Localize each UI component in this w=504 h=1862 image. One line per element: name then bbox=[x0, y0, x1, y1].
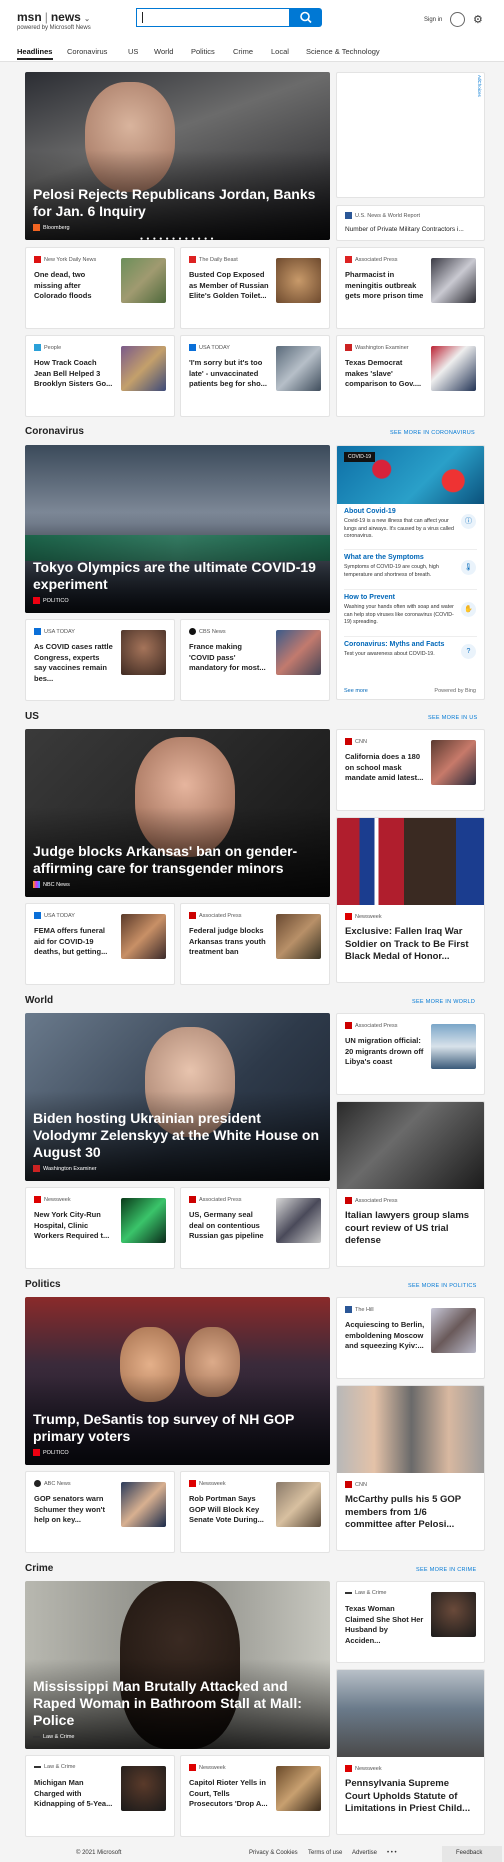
tab-science-technology[interactable]: Science & Technology bbox=[306, 47, 380, 56]
tab-local[interactable]: Local bbox=[271, 47, 289, 56]
story-card[interactable]: Associated Press Pharmacist in meningiti… bbox=[336, 247, 485, 329]
see-more-us[interactable]: SEE MORE IN US bbox=[428, 715, 477, 721]
tab-us[interactable]: US bbox=[128, 47, 138, 56]
avatar-icon[interactable] bbox=[450, 12, 465, 27]
covid-tag: COVID-19 bbox=[344, 452, 376, 462]
story-card[interactable]: Newsweek New York City-Run Hospital, Cli… bbox=[25, 1187, 175, 1269]
thermometer-icon: 🌡 bbox=[461, 560, 476, 575]
see-more-crime[interactable]: SEE MORE IN CRIME bbox=[416, 1567, 476, 1573]
story-card[interactable]: Newsweek Rob Portman Says GOP Will Block… bbox=[180, 1471, 330, 1553]
section-title-politics: Politics bbox=[25, 1279, 61, 1290]
hero-story[interactable]: Mississippi Man Brutally Attacked and Ra… bbox=[25, 1581, 330, 1749]
hero-story[interactable]: Biden hosting Ukrainian president Volody… bbox=[25, 1013, 330, 1181]
powered-by: powered by Microsoft News bbox=[17, 25, 91, 31]
feedback-label: Feedback bbox=[456, 1850, 483, 1856]
covid-prevent[interactable]: How to Prevent Washing your hands often … bbox=[344, 594, 457, 627]
section-title-coronavirus: Coronavirus bbox=[25, 426, 84, 437]
quiz-icon: ? bbox=[461, 644, 476, 659]
hand-wash-icon: ✋ bbox=[461, 602, 476, 617]
see-more-politics[interactable]: SEE MORE IN POLITICS bbox=[408, 1283, 477, 1289]
story-card-tall[interactable]: CNN McCarthy pulls his 5 GOP members fro… bbox=[336, 1385, 485, 1551]
covid-see-more[interactable]: See more bbox=[344, 688, 368, 694]
story-card-tall[interactable]: Associated Press Italian lawyers group s… bbox=[336, 1101, 485, 1267]
story-card[interactable]: USA TODAY As COVID cases rattle Congress… bbox=[25, 619, 175, 701]
covid-myths[interactable]: Coronavirus: Myths and Facts Test your a… bbox=[344, 641, 457, 659]
active-tab-indicator bbox=[17, 58, 53, 60]
covid-about[interactable]: About Covid-19 Covid-19 is a new illness… bbox=[344, 508, 457, 541]
feedback-button[interactable]: Feedback bbox=[442, 1846, 502, 1862]
story-card[interactable]: Associated Press Federal judge blocks Ar… bbox=[180, 903, 330, 985]
see-more-coronavirus[interactable]: SEE MORE IN CORONAVIRUS bbox=[390, 430, 475, 436]
story-card[interactable]: The Daily Beast Busted Cop Exposed as Me… bbox=[180, 247, 330, 329]
story-card[interactable]: USA TODAY 'I'm sorry but it's too late' … bbox=[180, 335, 330, 417]
hero-story[interactable]: Pelosi Rejects Republicans Jordan, Banks… bbox=[25, 72, 330, 240]
story-card[interactable]: USA TODAY FEMA offers funeral aid for CO… bbox=[25, 903, 175, 985]
story-card-tall[interactable]: Newsweek Pennsylvania Supreme Court Upho… bbox=[336, 1669, 485, 1835]
carousel-dots[interactable]: ● ● ● ● ● ● ● ● ● ● ● ● bbox=[140, 236, 215, 242]
story-card[interactable]: ABC News GOP senators warn Schumer they … bbox=[25, 1471, 175, 1553]
hero-story[interactable]: Trump, DeSantis top survey of NH GOP pri… bbox=[25, 1297, 330, 1465]
side-story[interactable]: U.S. News & World Report Number of Priva… bbox=[336, 205, 485, 241]
adchoices-label[interactable]: AdChoices bbox=[477, 75, 482, 97]
privacy-link[interactable]: Privacy & Cookies bbox=[249, 1850, 298, 1856]
tab-headlines[interactable]: Headlines bbox=[17, 47, 52, 56]
story-card[interactable]: Associated Press UN migration official: … bbox=[336, 1013, 485, 1095]
terms-link[interactable]: Terms of use bbox=[308, 1850, 342, 1856]
story-card[interactable]: Law & Crime Michigan Man Charged with Ki… bbox=[25, 1755, 175, 1837]
msn-logo[interactable]: msn | news ⌄ bbox=[17, 10, 90, 24]
header: msn | news ⌄ powered by Microsoft News Sig… bbox=[0, 0, 504, 62]
story-card[interactable]: New York Daily News One dead, two missin… bbox=[25, 247, 175, 329]
tab-crime[interactable]: Crime bbox=[233, 47, 253, 56]
section-title-us: US bbox=[25, 711, 39, 722]
tab-world[interactable]: World bbox=[154, 47, 173, 56]
search-button[interactable] bbox=[290, 8, 322, 27]
hero-story[interactable]: Tokyo Olympics are the ultimate COVID-19… bbox=[25, 445, 330, 613]
sign-in-link[interactable]: Sign in bbox=[424, 17, 442, 23]
story-card[interactable]: Washington Examiner Texas Democrat makes… bbox=[336, 335, 485, 417]
story-card[interactable]: Newsweek Capitol Rioter Yells in Court, … bbox=[180, 1755, 330, 1837]
covid-symptoms[interactable]: What are the Symptoms Symptoms of COVID-… bbox=[344, 554, 457, 579]
covid-widget: COVID-19 About Covid-19 Covid-19 is a ne… bbox=[336, 445, 485, 700]
see-more-world[interactable]: SEE MORE IN WORLD bbox=[412, 999, 475, 1005]
section-title-world: World bbox=[25, 995, 54, 1006]
story-card[interactable]: CBS News France making 'COVID pass' mand… bbox=[180, 619, 330, 701]
hero-story[interactable]: Judge blocks Arkansas' ban on gender-aff… bbox=[25, 729, 330, 897]
gear-icon[interactable]: ⚙ bbox=[473, 13, 483, 26]
footer: © 2021 Microsoft Privacy & Cookies Terms… bbox=[0, 1844, 504, 1862]
copyright: © 2021 Microsoft bbox=[76, 1850, 122, 1856]
advertise-link[interactable]: Advertise bbox=[352, 1850, 377, 1856]
tab-coronavirus[interactable]: Coronavirus bbox=[67, 47, 107, 56]
story-card[interactable]: Law & Crime Texas Woman Claimed She Shot… bbox=[336, 1581, 485, 1663]
story-card[interactable]: Associated Press US, Germany seal deal o… bbox=[180, 1187, 330, 1269]
story-card[interactable]: People How Track Coach Jean Bell Helped … bbox=[25, 335, 175, 417]
story-card[interactable]: CNN California does a 180 on school mask… bbox=[336, 729, 485, 811]
story-card[interactable]: The Hill Acquiescing to Berlin, embolden… bbox=[336, 1297, 485, 1379]
search-input[interactable] bbox=[136, 8, 290, 27]
more-menu[interactable]: • • • bbox=[387, 1850, 397, 1856]
hero-source: Bloomberg bbox=[33, 224, 70, 231]
info-icon: ⓘ bbox=[461, 514, 476, 529]
tab-politics[interactable]: Politics bbox=[191, 47, 215, 56]
hero-title[interactable]: Pelosi Rejects Republicans Jordan, Banks… bbox=[33, 186, 320, 220]
search-icon bbox=[300, 11, 312, 24]
powered-by-bing: Powered by Bing bbox=[434, 688, 476, 694]
story-card-tall[interactable]: Newsweek Exclusive: Fallen Iraq War Sold… bbox=[336, 817, 485, 983]
section-title-crime: Crime bbox=[25, 1563, 54, 1574]
ad-slot[interactable]: AdChoices bbox=[336, 72, 485, 198]
